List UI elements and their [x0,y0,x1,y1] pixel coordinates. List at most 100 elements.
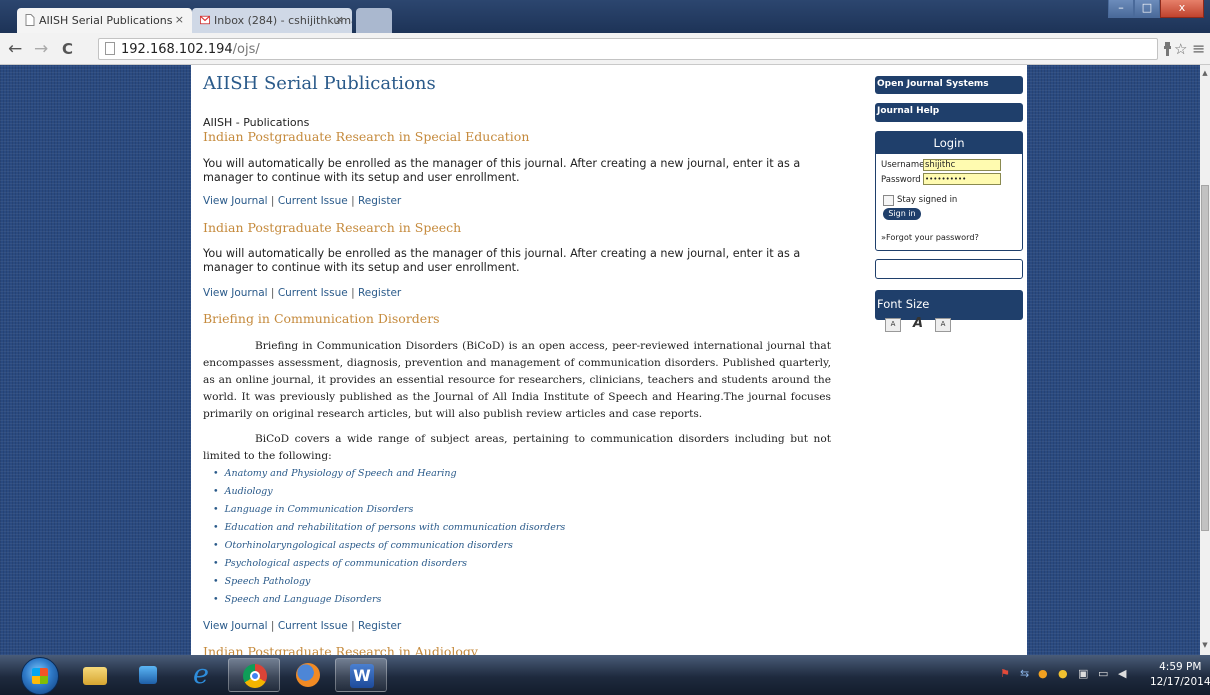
browser-tabstrip: AIISH Serial Publications × Inbox (284) … [0,0,1210,33]
journal-title[interactable]: Indian Postgraduate Research in Speech [203,220,461,235]
clock-date: 12/17/2014 [1150,676,1210,688]
forward-icon[interactable]: → [34,39,48,59]
journal-description: You will automatically be enrolled as th… [203,247,801,274]
content-area: AIISH Serial Publications AIISH - Public… [191,65,1027,655]
view-journal-link[interactable]: View Journal [203,620,268,632]
close-tab-icon[interactable]: × [335,13,344,26]
app-tray-icon[interactable]: ● [1058,667,1068,680]
journal-paragraph: Briefing in Communication Disorders (BiC… [203,338,831,423]
subject-list: Anatomy and Physiology of Speech and Hea… [213,465,566,609]
forgot-password-link[interactable]: »Forgot your password? [881,232,979,242]
chrome-icon [243,664,267,688]
address-bar[interactable]: 192.168.102.194/ojs/ [98,38,1158,60]
password-label: Password [881,175,921,185]
list-item[interactable]: Anatomy and Physiology of Speech and Hea… [213,465,565,483]
web-page: AIISH Serial Publications AIISH - Public… [0,65,1200,655]
taskbar: e W ⚑ ⇆ ● ● ▣ ▭ ◀ 4:59 PM 12/17/2014 [0,655,1210,695]
scrollbar-thumb[interactable] [1201,185,1209,531]
sign-in-button[interactable]: Sign in [883,208,921,220]
page-icon [105,42,115,55]
view-journal-link[interactable]: View Journal [203,287,268,299]
scroll-down-icon[interactable]: ▼ [1200,641,1210,651]
font-size-title: Font Size [875,290,1023,320]
start-button[interactable] [21,657,59,695]
stay-signed-in-label: Stay signed in [897,195,958,205]
journal-help-link[interactable]: Journal Help [875,103,1023,122]
list-item[interactable]: Otorhinolaryngological aspects of commun… [213,537,565,555]
maximize-button[interactable]: □ [1134,0,1160,18]
list-item[interactable]: Language in Communication Disorders [213,501,565,519]
media-player-icon [139,666,157,684]
tab-label: AIISH Serial Publications [39,14,173,27]
font-large-button[interactable]: A [935,318,951,332]
folder-icon [83,667,107,685]
taskbar-app-firefox[interactable] [282,658,334,692]
tab-inbox[interactable]: Inbox (284) - cshijithkuma × [192,8,352,33]
taskbar-app-media-player[interactable] [122,658,174,692]
list-item[interactable]: Speech and Language Disorders [213,591,565,609]
tab-aiish[interactable]: AIISH Serial Publications × [17,8,192,33]
page-scrollbar[interactable]: ▲ ▼ [1200,65,1210,655]
font-small-button[interactable]: A [885,318,901,332]
minimize-button[interactable]: – [1108,0,1134,18]
list-item[interactable]: Speech Pathology [213,573,565,591]
current-issue-link[interactable]: Current Issue [278,195,348,207]
new-tab-button[interactable] [356,8,392,33]
firefox-icon [296,663,320,687]
reload-icon[interactable]: C [62,40,73,58]
username-label: Username [881,160,925,170]
username-field[interactable]: shijithc [923,159,1001,171]
register-link[interactable]: Register [358,287,401,299]
site-subtitle: AIISH - Publications [203,116,310,129]
tab-label: Inbox (284) - cshijithkuma [214,14,352,27]
flag-tray-icon[interactable]: ⚑ [1000,667,1010,680]
current-issue-link[interactable]: Current Issue [278,287,348,299]
bookmark-star-icon[interactable]: ☆ [1174,40,1187,58]
paragraph-text: Briefing in Communication Disorders (BiC… [203,340,831,420]
list-item[interactable]: Psychological aspects of communication d… [213,555,565,573]
page-icon [25,14,35,26]
windows-logo-icon [32,668,48,684]
journal-description: You will automatically be enrolled as th… [203,157,801,184]
list-item[interactable]: Audiology [213,483,565,501]
register-link[interactable]: Register [358,195,401,207]
login-title: Login [876,132,1022,154]
window-controls: – □ x [1108,0,1204,20]
app-tray-icon[interactable]: ● [1038,667,1048,680]
device-tray-icon[interactable]: ▣ [1078,667,1088,680]
list-item[interactable]: Education and rehabilitation of persons … [213,519,566,537]
close-window-button[interactable]: x [1160,0,1204,18]
open-journal-systems-link[interactable]: Open Journal Systems [875,76,1023,94]
stay-signed-in-checkbox[interactable] [883,195,894,206]
word-icon: W [350,664,374,688]
extension-icon[interactable] [1163,42,1172,56]
paragraph-text: BiCoD covers a wide range of subject are… [203,433,831,462]
clock-time: 4:59 PM [1159,661,1202,673]
password-field[interactable]: •••••••••• [923,173,1001,185]
system-clock[interactable]: 4:59 PM 12/17/2014 [1150,660,1210,690]
journal-links: View Journal | Current Issue | Register [203,287,402,299]
display-tray-icon[interactable]: ▭ [1098,667,1108,680]
menu-icon[interactable]: ≡ [1192,39,1205,58]
font-medium-button[interactable]: A [911,317,925,330]
taskbar-app-file-explorer[interactable] [69,658,121,692]
current-issue-link[interactable]: Current Issue [278,620,348,632]
journal-title[interactable]: Indian Postgraduate Research in Special … [203,129,529,144]
back-icon[interactable]: ← [8,39,22,59]
network-tray-icon[interactable]: ⇆ [1020,667,1029,680]
register-link[interactable]: Register [358,620,401,632]
volume-tray-icon[interactable]: ◀ [1118,667,1126,680]
view-journal-link[interactable]: View Journal [203,195,268,207]
journal-links: View Journal | Current Issue | Register [203,195,402,207]
journal-paragraph: BiCoD covers a wide range of subject are… [203,431,831,465]
site-title[interactable]: AIISH Serial Publications [203,73,436,94]
taskbar-app-internet-explorer[interactable]: e [175,658,227,692]
taskbar-app-chrome[interactable] [228,658,280,692]
journal-title[interactable]: Indian Postgraduate Research in Audiolog… [203,644,478,655]
scroll-up-icon[interactable]: ▲ [1200,69,1210,79]
journal-title[interactable]: Briefing in Communication Disorders [203,311,440,326]
browser-toolbar: ← → C 192.168.102.194/ojs/ ☆ ≡ [0,33,1210,65]
gmail-icon [200,15,210,25]
close-tab-icon[interactable]: × [175,13,184,26]
taskbar-app-word[interactable]: W [335,658,387,692]
